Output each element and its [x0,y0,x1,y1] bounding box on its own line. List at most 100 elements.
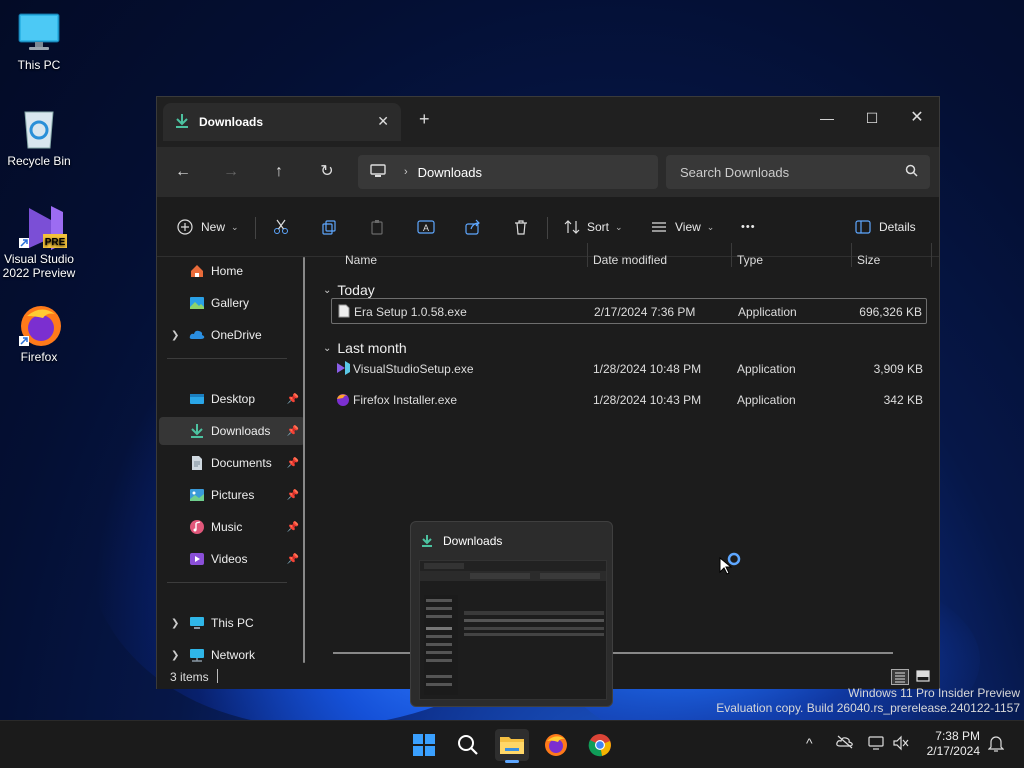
pin-icon[interactable]: 📌 [287,394,299,405]
desktop-icon-this-pc[interactable]: This PC [0,10,78,72]
column-divider[interactable] [851,243,852,267]
maximize-button[interactable]: ☐ [852,103,892,133]
new-tab-button[interactable]: + [419,109,430,130]
refresh-button[interactable]: ↻ [315,161,339,185]
notification-bell-icon[interactable] [987,735,1005,756]
sidebar-scrollbar[interactable] [303,257,305,663]
taskbar-chrome[interactable] [583,729,617,761]
column-header-type[interactable]: Type [737,248,763,272]
sidebar-item-downloads[interactable]: Downloads 📌 [159,417,305,445]
back-button[interactable]: ← [171,161,195,185]
search-icon [905,164,918,180]
expand-chevron-icon[interactable]: ❯ [171,330,179,341]
rename-button[interactable]: A [417,215,435,239]
download-icon [421,534,433,551]
sidebar-item-gallery[interactable]: Gallery [159,289,305,317]
new-button[interactable]: New ⌄ [177,215,239,239]
sidebar-item-desktop[interactable]: Desktop 📌 [159,385,305,413]
pin-icon[interactable]: 📌 [287,490,299,501]
taskbar-file-explorer[interactable] [495,729,529,763]
column-divider[interactable] [931,243,932,267]
group-header-today[interactable]: ⌄ Today [323,282,375,298]
minimize-button[interactable]: — [807,103,847,133]
watermark-line-1: Windows 11 Pro Insider Preview [848,686,1020,700]
group-header-last-month[interactable]: ⌄ Last month [323,340,407,356]
close-window-button[interactable]: ✕ [897,103,937,133]
tab-downloads[interactable]: Downloads ✕ [163,103,401,141]
file-date: 1/28/2024 10:48 PM [593,362,702,376]
column-divider[interactable] [587,243,588,267]
new-label: New [201,220,226,234]
share-button[interactable] [465,215,481,239]
file-size: 696,326 KB [859,305,922,319]
sidebar-item-music[interactable]: Music 📌 [159,513,305,541]
sidebar-item-pictures[interactable]: Pictures 📌 [159,481,305,509]
show-hidden-icons-chevron-icon[interactable]: ^ [806,735,813,751]
expand-chevron-icon[interactable]: ❯ [171,618,179,629]
search-button[interactable] [451,729,485,761]
desktop-icon-visual-studio[interactable]: PRE Visual Studio 2022 Preview [0,204,78,280]
search-input[interactable]: Search Downloads [666,155,930,189]
sort-icon [564,220,580,234]
paste-button[interactable] [369,215,385,239]
search-icon [458,735,478,755]
column-divider[interactable] [731,243,732,267]
cut-button[interactable] [273,215,289,239]
pin-icon[interactable]: 📌 [287,522,299,533]
pin-icon[interactable]: 📌 [287,426,299,437]
navigation-bar: ← → ↑ ↻ › Downloads Search Downloads [157,147,939,197]
sidebar-item-onedrive[interactable]: ❯ OneDrive [159,321,305,349]
start-button[interactable] [407,729,441,761]
expand-chevron-icon[interactable]: ❯ [171,650,179,661]
visual-studio-installer-icon [335,360,351,379]
pin-icon[interactable]: 📌 [287,458,299,469]
breadcrumb-downloads[interactable]: Downloads [418,165,482,180]
group-label: Last month [337,340,407,356]
sidebar-item-label: Documents [211,456,272,470]
file-row[interactable]: Era Setup 1.0.58.exe 2/17/2024 7:36 PM A… [331,298,927,324]
windows-logo-icon [413,734,435,756]
sort-button[interactable]: Sort ⌄ [563,215,623,239]
folder-icon [500,737,524,754]
up-button[interactable]: ↑ [267,161,291,185]
download-icon [191,424,203,438]
more-options-button[interactable]: ••• [741,215,756,239]
desktop-icon-label: Visual Studio 2022 Preview [2,252,76,280]
file-row[interactable]: VisualStudioSetup.exe 1/28/2024 10:48 PM… [331,356,927,382]
system-clock[interactable]: 7:38 PM 2/17/2024 [927,729,980,759]
sidebar-item-this-pc[interactable]: ❯ This PC [159,609,305,637]
sidebar-item-home[interactable]: Home [159,257,305,285]
pin-icon[interactable]: 📌 [287,554,299,565]
onedrive-status-icon[interactable] [836,735,854,752]
address-bar[interactable]: › Downloads [358,155,658,189]
delete-button[interactable] [513,215,529,239]
file-list: Name Date modified Type Size ⌄ Today Era… [315,240,939,665]
sort-label: Sort [587,220,610,234]
tiles-view-toggle[interactable] [915,669,933,685]
sidebar-item-videos[interactable]: Videos 📌 [159,545,305,573]
volume-muted-icon[interactable] [892,735,910,754]
sidebar-item-documents[interactable]: Documents 📌 [159,449,305,477]
details-view-toggle[interactable] [891,669,909,685]
view-button[interactable]: View ⌄ [651,215,714,239]
desktop-icon-firefox[interactable]: Firefox [0,302,78,364]
item-count: 3 items [170,670,209,684]
column-header-size[interactable]: Size [857,248,880,272]
taskbar-firefox[interactable] [539,729,573,761]
desktop-icon-recycle-bin[interactable]: Recycle Bin [0,106,78,168]
breadcrumb-chevron-icon: › [404,166,408,178]
column-header-name[interactable]: Name [345,248,377,272]
network-status-icon[interactable] [868,735,886,754]
sidebar-item-network[interactable]: ❯ Network [159,641,305,669]
copy-button[interactable] [321,215,337,239]
taskbar-thumbnail-preview[interactable]: Downloads [410,521,613,707]
details-button[interactable]: Details [855,215,916,239]
forward-button[interactable]: → [219,161,243,185]
column-label: Date modified [593,253,668,267]
column-header-date[interactable]: Date modified [593,248,667,272]
file-row[interactable]: Firefox Installer.exe 1/28/2024 10:43 PM… [331,387,927,413]
close-tab-icon[interactable]: ✕ [377,113,389,130]
clipboard-icon [371,220,383,235]
firefox-icon [545,734,567,756]
sidebar-item-label: Network [211,648,256,662]
